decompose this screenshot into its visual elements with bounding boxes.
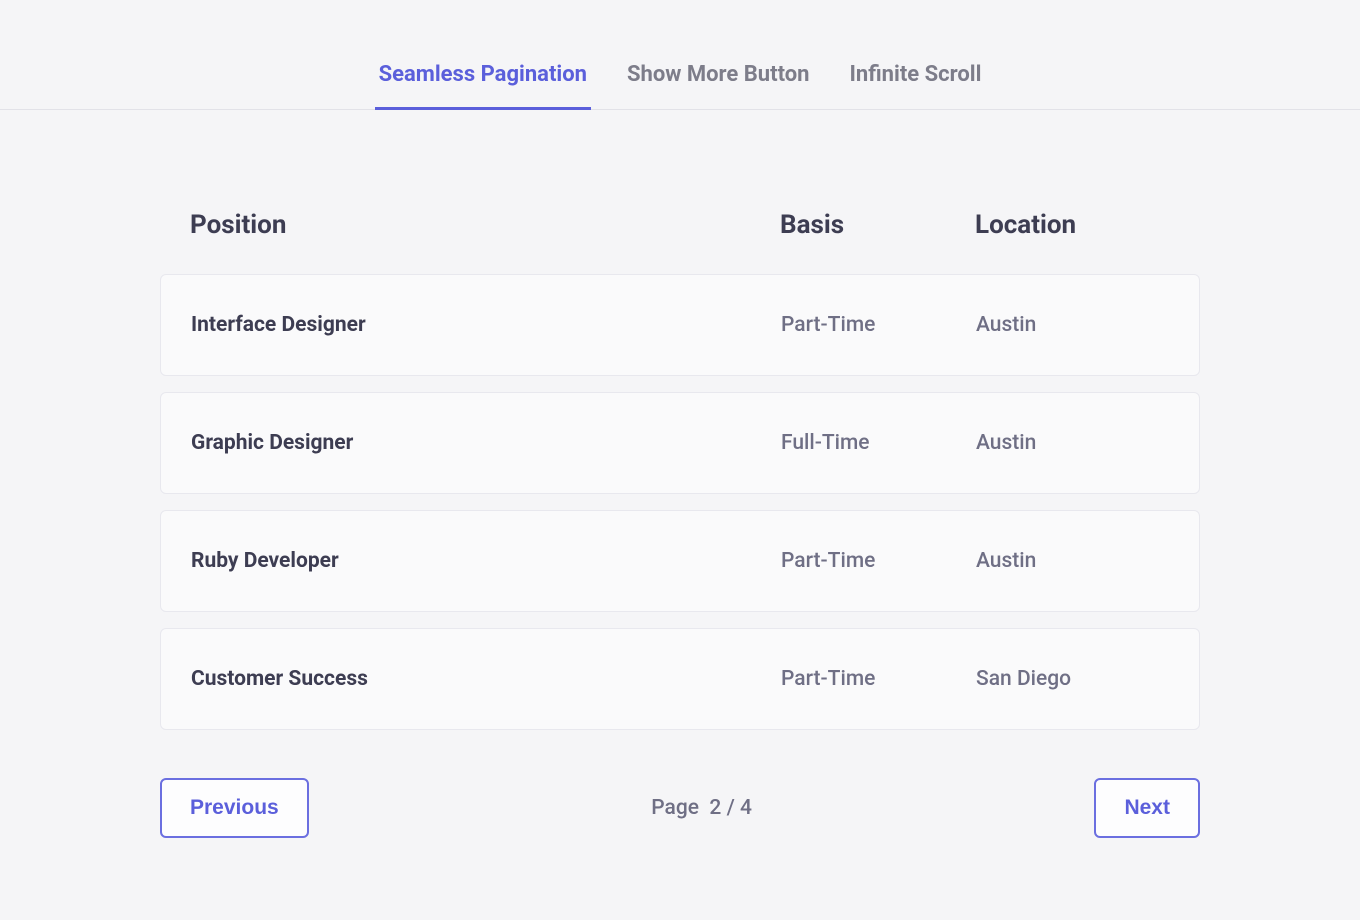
pagination: Previous Page 2 / 4 Next (160, 778, 1200, 838)
column-header-position: Position (190, 210, 780, 240)
row-location: Austin (976, 431, 1169, 455)
table-rows: Interface Designer Part-Time Austin Grap… (160, 274, 1200, 730)
table-row[interactable]: Graphic Designer Full-Time Austin (160, 392, 1200, 494)
tabs-bar: Seamless Pagination Show More Button Inf… (0, 0, 1360, 110)
content-area: Position Basis Location Interface Design… (160, 110, 1200, 838)
row-basis: Part-Time (781, 549, 976, 573)
row-location: San Diego (976, 667, 1169, 691)
table-row[interactable]: Customer Success Part-Time San Diego (160, 628, 1200, 730)
row-basis: Part-Time (781, 667, 976, 691)
page-indicator: Page 2 / 4 (651, 796, 752, 820)
row-position: Ruby Developer (191, 549, 781, 573)
page-label: Page (651, 796, 699, 820)
column-header-location: Location (975, 210, 1170, 240)
page-current: 2 (709, 796, 721, 820)
table-header: Position Basis Location (160, 210, 1200, 258)
row-location: Austin (976, 313, 1169, 337)
page-total: 4 (740, 796, 752, 820)
page-separator: / (727, 796, 735, 820)
next-button[interactable]: Next (1094, 778, 1200, 838)
row-basis: Part-Time (781, 313, 976, 337)
table-row[interactable]: Ruby Developer Part-Time Austin (160, 510, 1200, 612)
tabs: Seamless Pagination Show More Button Inf… (375, 50, 986, 109)
tab-infinite-scroll[interactable]: Infinite Scroll (845, 50, 985, 110)
tab-show-more-button[interactable]: Show More Button (623, 50, 814, 110)
row-basis: Full-Time (781, 431, 976, 455)
table-row[interactable]: Interface Designer Part-Time Austin (160, 274, 1200, 376)
previous-button[interactable]: Previous (160, 778, 309, 838)
column-header-basis: Basis (780, 210, 975, 240)
row-position: Interface Designer (191, 313, 781, 337)
tab-seamless-pagination[interactable]: Seamless Pagination (375, 50, 591, 110)
row-position: Customer Success (191, 667, 781, 691)
row-position: Graphic Designer (191, 431, 781, 455)
row-location: Austin (976, 549, 1169, 573)
